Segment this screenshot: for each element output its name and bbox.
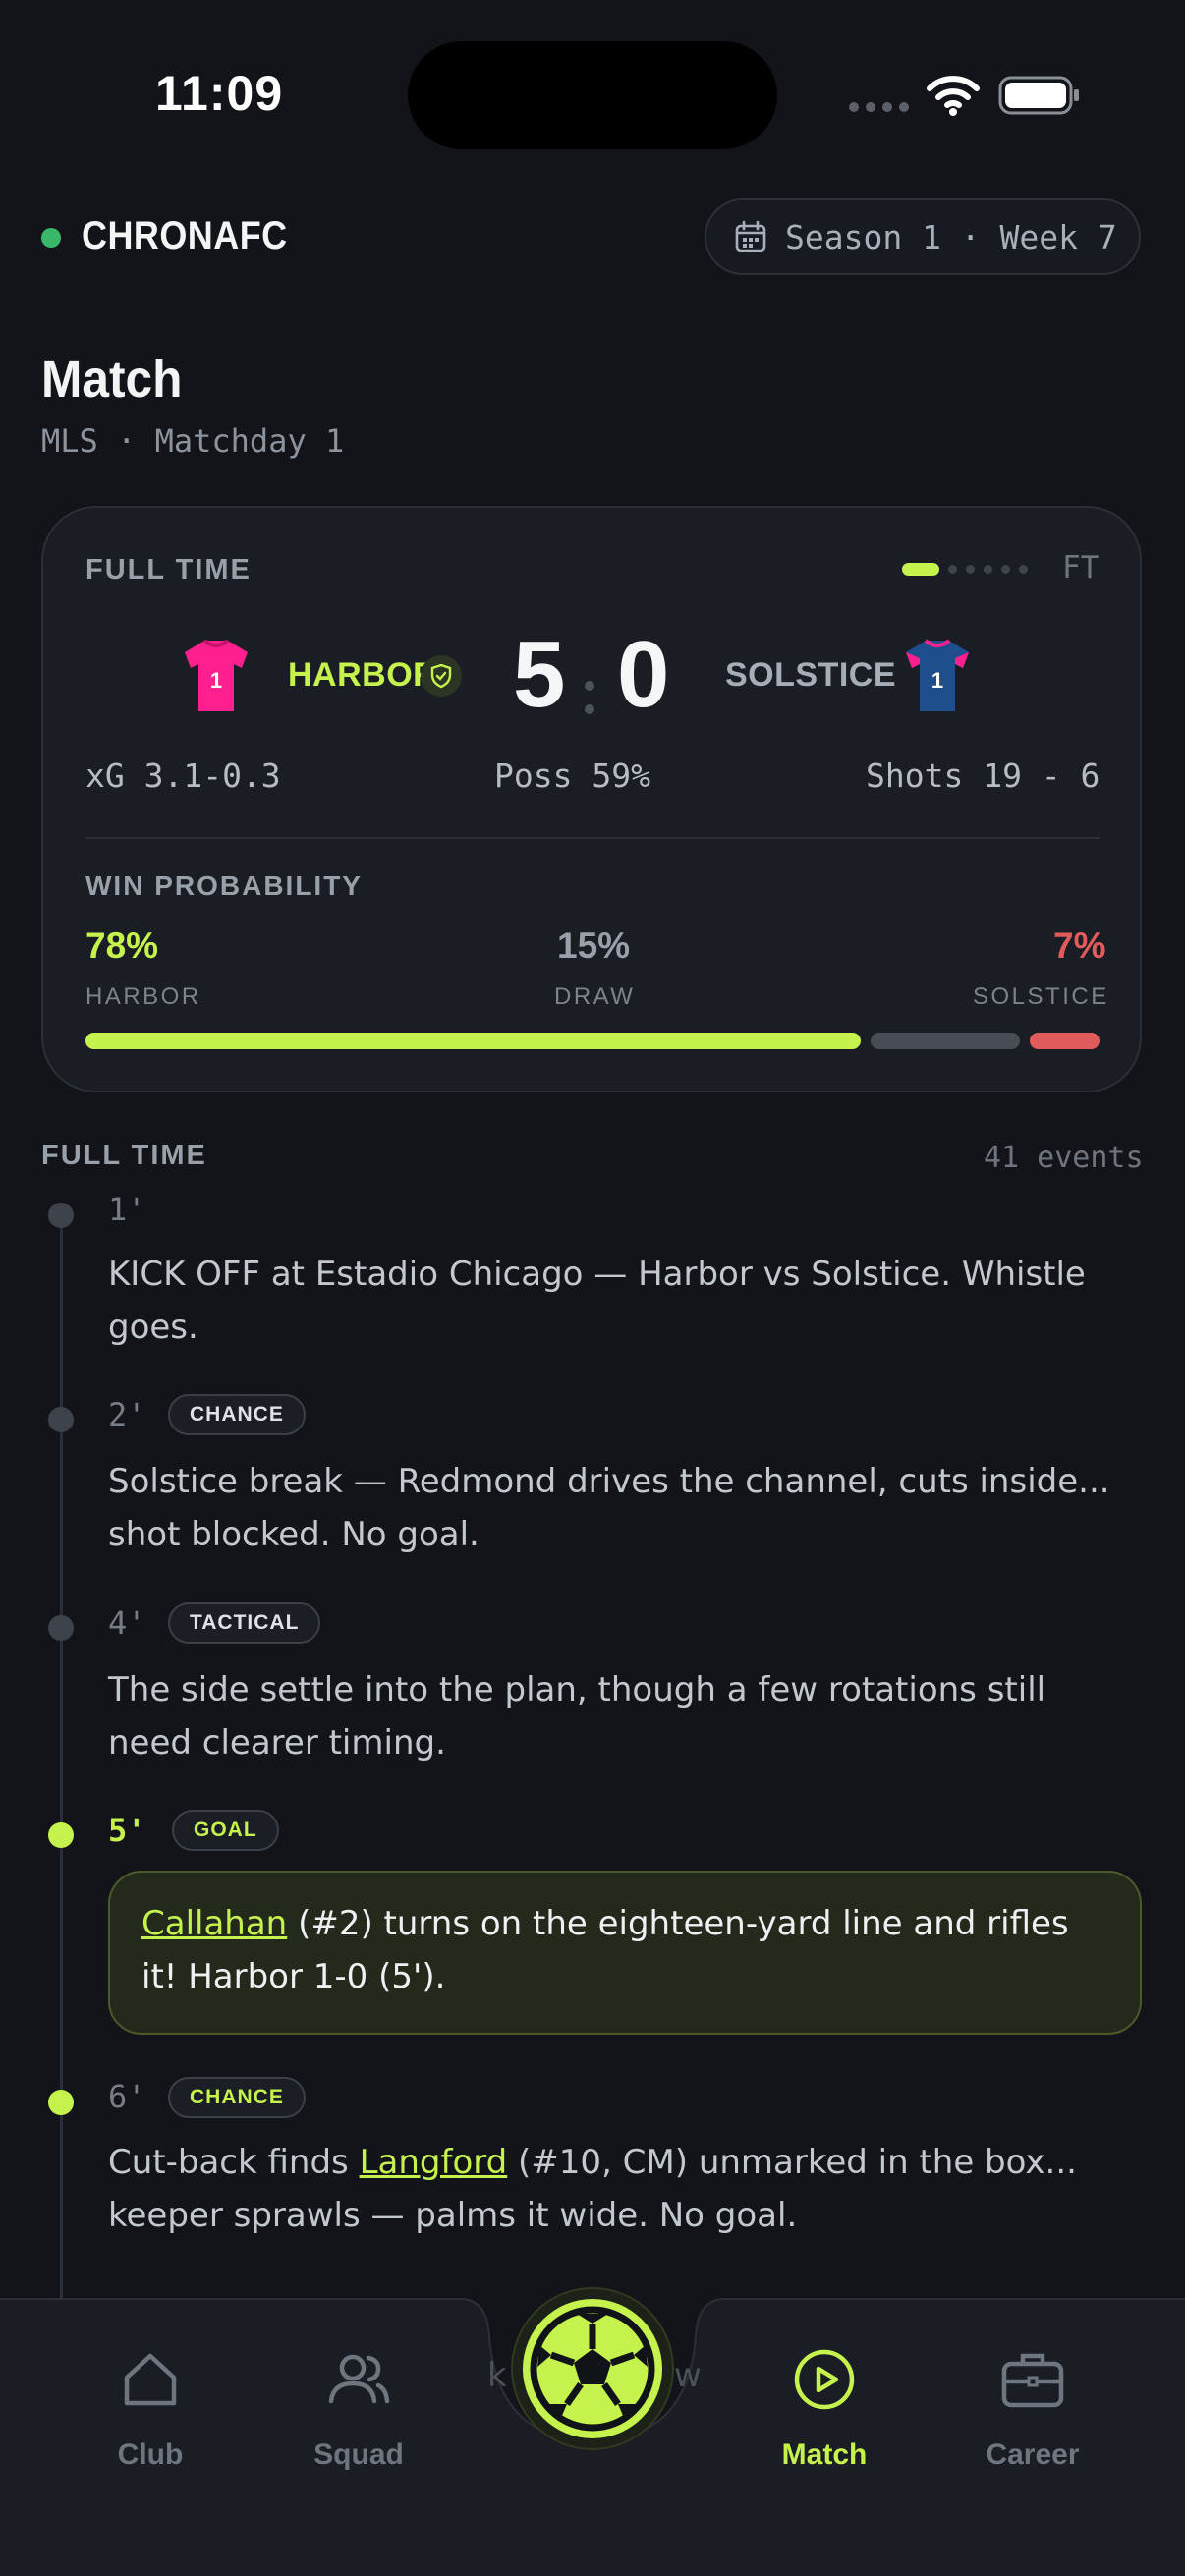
- live-status-dot: [41, 228, 61, 248]
- home-kit-number: 1: [210, 668, 222, 693]
- win-probability-label: WIN PROBABILITY: [85, 870, 363, 901]
- match-state-label: FULL TIME: [85, 554, 252, 586]
- home-team-badge: [421, 655, 462, 697]
- event-text: Solstice break — Redmond drives the chan…: [108, 1462, 1110, 1554]
- nav-career[interactable]: Career: [944, 2348, 1121, 2472]
- home-prob-label: HARBOR: [85, 983, 201, 1010]
- feed-title: FULL TIME: [41, 1140, 207, 1171]
- signal-icon: [849, 102, 909, 112]
- event-text: Cut-back finds Langford (#10, CM) unmark…: [108, 2143, 1077, 2235]
- nav-hidden-label-left: k: [487, 2356, 507, 2395]
- nav-match[interactable]: Match: [736, 2348, 913, 2472]
- timeline-line: [60, 1218, 63, 2299]
- home-win-prob: 78%: [85, 925, 159, 966]
- season-week-pill[interactable]: Season 1 · Week 7: [705, 198, 1141, 275]
- calendar-icon: [735, 220, 766, 252]
- away-kit-number: 1: [931, 668, 943, 693]
- briefcase-icon: [1001, 2353, 1064, 2408]
- away-score: 0: [617, 622, 670, 727]
- event-dot: [48, 1615, 74, 1641]
- page-title: Match: [41, 350, 183, 409]
- draw-prob: 15%: [557, 925, 631, 966]
- nav-squad[interactable]: Squad: [270, 2348, 447, 2472]
- nav-hidden-label-right: w: [674, 2356, 702, 2395]
- play-match-button[interactable]: [523, 2299, 662, 2438]
- event-minute: 4': [108, 1604, 146, 1642]
- nav-squad-label: Squad: [313, 2438, 404, 2471]
- player-link-langford[interactable]: Langford: [360, 2143, 508, 2182]
- event-minute: 2': [108, 1396, 146, 1433]
- card-divider: [85, 837, 1100, 839]
- brand-name: CHRONAFC: [82, 214, 288, 257]
- stat-xg: xG 3.1-0.3: [85, 756, 281, 795]
- nav-match-label: Match: [781, 2438, 868, 2471]
- event-dot: [48, 2090, 74, 2115]
- home-kit-icon: 1: [185, 639, 248, 711]
- stat-possession: Poss 59%: [494, 756, 650, 795]
- users-icon: [328, 2354, 390, 2404]
- home-icon: [124, 2353, 177, 2406]
- player-link-callahan[interactable]: Callahan: [141, 1904, 287, 1943]
- shield-check-icon: [430, 663, 452, 689]
- score-separator: [585, 681, 594, 714]
- play-circle-icon: [794, 2349, 855, 2410]
- season-week-label: Season 1 · Week 7: [785, 217, 1117, 256]
- event-text: The side settle into the plan, though a …: [108, 1670, 1046, 1763]
- nav-club[interactable]: Club: [62, 2348, 239, 2472]
- page-subtitle: MLS · Matchday 1: [41, 422, 345, 460]
- event-text: KICK OFF at Estadio Chicago — Harbor vs …: [108, 1255, 1086, 1347]
- soccer-ball-icon: [530, 2306, 655, 2432]
- match-progress-indicator: [902, 563, 1028, 576]
- nav-club-label: Club: [117, 2438, 184, 2471]
- event-dot-goal: [48, 1822, 74, 1848]
- status-time: 11:09: [155, 66, 284, 121]
- home-score: 5: [513, 622, 566, 727]
- away-win-prob: 7%: [1053, 925, 1106, 966]
- home-team-name: HARBOR: [288, 656, 438, 694]
- event-dot: [48, 1407, 74, 1432]
- event-tag-goal: GOAL: [172, 1810, 279, 1851]
- event-tag-chance: CHANCE: [168, 2077, 306, 2118]
- goal-event-text: Callahan (#2) turns on the eighteen-yard…: [141, 1904, 1069, 1996]
- away-kit-icon: 1: [906, 639, 969, 711]
- nav-career-label: Career: [986, 2438, 1080, 2471]
- stat-shots: Shots 19 - 6: [866, 756, 1100, 795]
- win-prob-bar-draw: [871, 1033, 1021, 1049]
- feed-event-count: 41 events: [984, 1141, 1144, 1175]
- win-prob-bar-away: [1030, 1033, 1100, 1049]
- event-minute: 5': [108, 1812, 146, 1849]
- away-team-name: SOLSTICE: [725, 656, 897, 694]
- event-minute: 6': [108, 2078, 146, 2115]
- event-minute: 1': [108, 1191, 146, 1228]
- draw-prob-label: DRAW: [554, 983, 636, 1010]
- dynamic-island: [408, 41, 777, 149]
- event-tag-tactical: TACTICAL: [168, 1602, 321, 1644]
- period-tag: FT: [1062, 550, 1100, 586]
- event-dot: [48, 1203, 74, 1228]
- event-tag-chance: CHANCE: [168, 1394, 306, 1435]
- away-prob-label: SOLSTICE: [973, 983, 1109, 1010]
- battery-icon: [998, 76, 1079, 115]
- wifi-icon: [927, 76, 980, 116]
- win-prob-bar-home: [85, 1033, 862, 1049]
